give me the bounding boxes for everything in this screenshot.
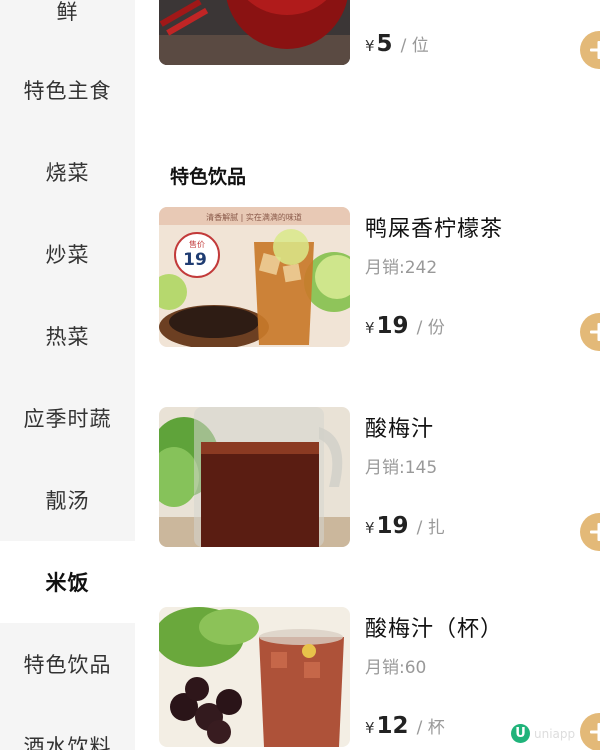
lemon-tea-image: 清香解腻 | 实在满满的味道 售价 19 <box>159 207 350 347</box>
image-badge-price: 19 <box>183 250 207 270</box>
product-price: 12 <box>376 713 409 739</box>
product-card[interactable]: 清香解腻 | 实在满满的味道 售价 19 鸭屎香柠檬茶 月销:242 ¥ 19 … <box>159 207 600 351</box>
plum-juice-cup-image <box>159 607 350 747</box>
monthly-sales: 月销:145 <box>365 458 438 478</box>
category-label: 酒水饮料 <box>23 735 112 750</box>
category-item[interactable]: 烧菜 <box>0 131 135 213</box>
category-item[interactable]: 鲜 <box>0 0 135 52</box>
product-name: 酸梅汁 <box>365 417 435 442</box>
product-price: 19 <box>376 513 409 539</box>
category-label: 米饭 <box>45 571 90 595</box>
plus-icon <box>590 41 600 59</box>
product-image <box>159 0 350 65</box>
product-card[interactable]: 酸梅汁 月销:145 ¥ 19 / 扎 <box>159 407 600 551</box>
category-label: 特色饮品 <box>23 653 112 677</box>
category-label: 靓汤 <box>45 489 90 513</box>
add-to-cart-button[interactable] <box>580 713 600 750</box>
category-item[interactable]: 应季时蔬 <box>0 377 135 459</box>
currency-symbol: ¥ <box>365 37 375 55</box>
category-item[interactable]: 酒水饮料 <box>0 705 135 750</box>
category-label: 应季时蔬 <box>23 407 112 431</box>
plum-juice-pitcher-image <box>159 407 350 547</box>
add-to-cart-button[interactable] <box>580 513 600 551</box>
add-to-cart-button[interactable] <box>580 31 600 69</box>
section-title: 特色饮品 <box>170 166 247 188</box>
category-item-active[interactable]: 米饭 <box>0 541 135 623</box>
product-image <box>159 407 350 547</box>
product-name: 酸梅汁（杯） <box>365 617 504 642</box>
plus-icon <box>590 323 600 341</box>
monthly-sales: 月销:60 <box>365 658 427 678</box>
uniapp-logo-icon: U <box>511 724 530 743</box>
category-label: 特色主食 <box>23 79 112 103</box>
image-badge-label: 售价 <box>189 239 205 249</box>
category-item[interactable]: 特色饮品 <box>0 623 135 705</box>
product-list: ¥ 5 / 位 特色饮品 清香解腻 | 实在满满的味道 售价 19 鸭屎香柠檬茶… <box>135 0 600 750</box>
category-label: 热菜 <box>45 325 90 349</box>
monthly-sales: 月销:242 <box>365 258 438 278</box>
plus-icon <box>590 523 600 541</box>
category-label: 鲜 <box>56 0 79 24</box>
product-price: 5 <box>376 31 393 57</box>
category-item[interactable]: 热菜 <box>0 295 135 377</box>
price-row: ¥ 5 / 位 <box>365 31 429 57</box>
category-item[interactable]: 靓汤 <box>0 459 135 541</box>
image-banner-text: 清香解腻 | 实在满满的味道 <box>206 212 302 222</box>
category-item[interactable]: 特色主食 <box>0 49 135 131</box>
price-row: ¥ 19 / 扎 <box>365 513 445 539</box>
price-unit: / 扎 <box>416 518 445 538</box>
category-sidebar: 鲜 特色主食 烧菜 炒菜 热菜 应季时蔬 靓汤 米饭 特色饮品 酒水饮料 <box>0 0 135 750</box>
watermark-text: uniapp <box>534 726 576 741</box>
product-image: 清香解腻 | 实在满满的味道 售价 19 <box>159 207 350 347</box>
price-unit: / 杯 <box>416 718 445 738</box>
price-row: ¥ 12 / 杯 <box>365 713 445 739</box>
product-price: 19 <box>376 313 409 339</box>
currency-symbol: ¥ <box>365 719 375 737</box>
soup-bowl-image <box>159 0 350 65</box>
plus-icon <box>590 723 600 741</box>
currency-symbol: ¥ <box>365 319 375 337</box>
watermark: U uniapp <box>511 724 575 743</box>
product-card[interactable]: ¥ 5 / 位 <box>159 0 600 69</box>
category-label: 烧菜 <box>45 161 90 185</box>
price-row: ¥ 19 / 份 <box>365 313 445 339</box>
category-item[interactable]: 炒菜 <box>0 213 135 295</box>
price-unit: / 份 <box>416 318 445 338</box>
product-name: 鸭屎香柠檬茶 <box>365 217 504 242</box>
category-label: 炒菜 <box>45 243 90 267</box>
product-image <box>159 607 350 747</box>
price-unit: / 位 <box>400 36 429 56</box>
currency-symbol: ¥ <box>365 519 375 537</box>
add-to-cart-button[interactable] <box>580 313 600 351</box>
